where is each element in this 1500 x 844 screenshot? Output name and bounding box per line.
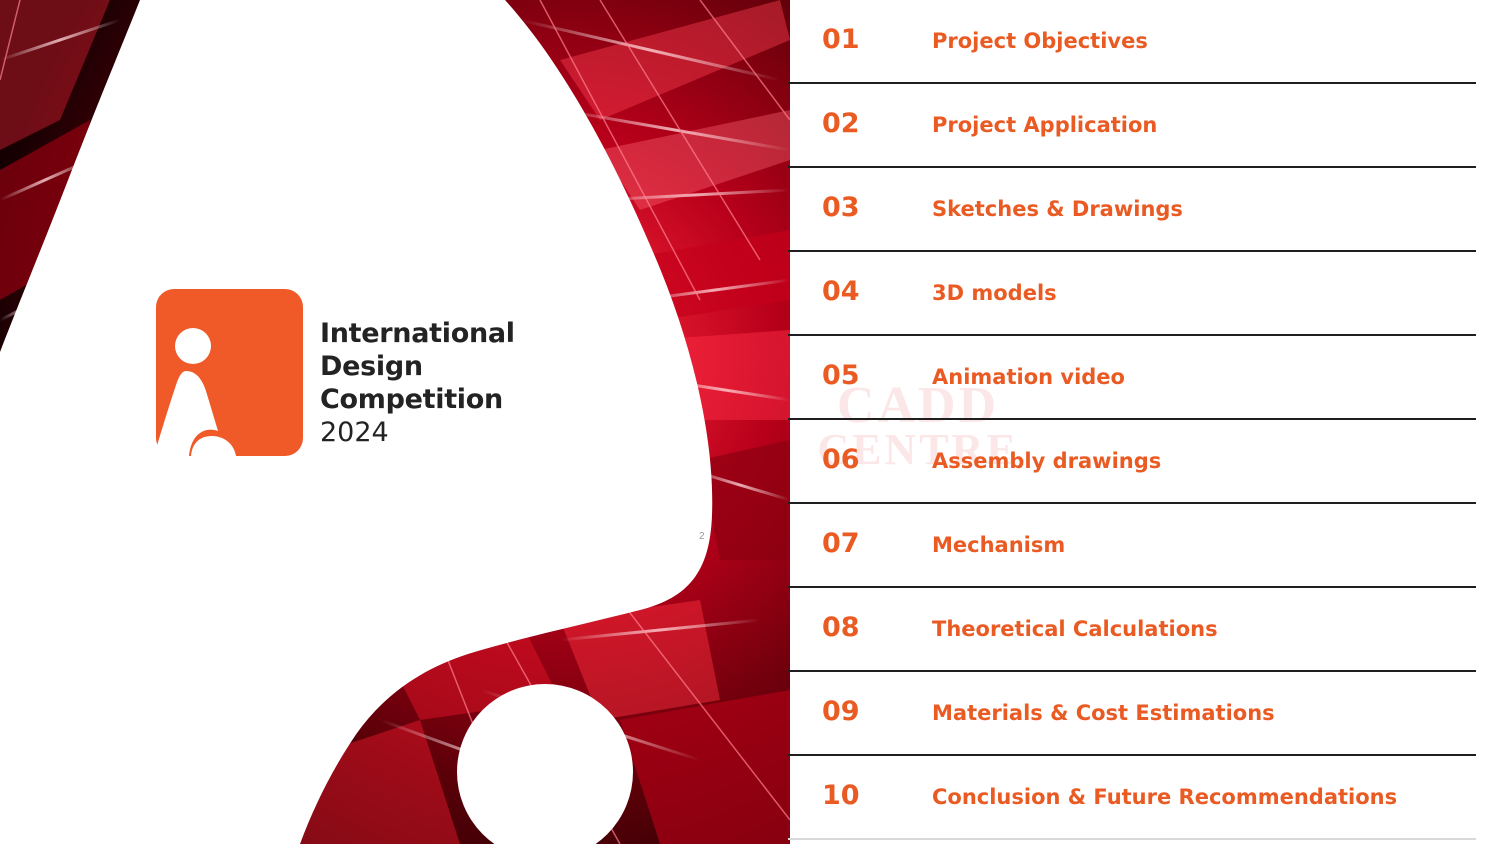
toc-item-title: Animation video	[932, 365, 1125, 389]
toc-item-title: Project Objectives	[932, 29, 1148, 53]
toc-item-title: Project Application	[932, 113, 1158, 137]
toc-item: 06 Assembly drawings	[788, 420, 1476, 504]
page-number: 2	[699, 531, 705, 542]
toc-item-number: 01	[822, 24, 860, 55]
toc-item: 09 Materials & Cost Estimations	[788, 672, 1476, 756]
toc-item: 01 Project Objectives	[788, 0, 1476, 84]
toc-item-title: Assembly drawings	[932, 449, 1162, 473]
toc-item-number: 10	[822, 780, 860, 811]
toc-item: 04 3D models	[788, 252, 1476, 336]
toc-item: 05 Animation video	[788, 336, 1476, 420]
toc-item-number: 08	[822, 612, 860, 643]
toc-item: 07 Mechanism	[788, 504, 1476, 588]
toc-item-title: Sketches & Drawings	[932, 197, 1183, 221]
competition-logo: International Design Competition 2024	[156, 289, 516, 459]
toc-item-number: 09	[822, 696, 860, 727]
toc-item-number: 06	[822, 444, 860, 475]
toc-item-number: 07	[822, 528, 860, 559]
toc-item: 08 Theoretical Calculations	[788, 588, 1476, 672]
logo-wordmark: International Design Competition 2024	[320, 317, 515, 449]
toc-item-title: Materials & Cost Estimations	[932, 701, 1275, 725]
logo-line-international: International	[320, 318, 515, 349]
toc-item-title: Mechanism	[932, 533, 1066, 557]
toc-item-number: 05	[822, 360, 860, 391]
logo-year: 2024	[320, 417, 389, 448]
person-silhouette-logo-icon	[156, 289, 303, 456]
toc-item-number: 04	[822, 276, 860, 307]
toc-item-number: 03	[822, 192, 860, 223]
logo-line-design: Design	[320, 351, 423, 382]
slide: International Design Competition 2024 2 …	[0, 0, 1500, 844]
toc-item-number: 02	[822, 108, 860, 139]
toc-item-title: 3D models	[932, 281, 1057, 305]
toc-item: 10 Conclusion & Future Recommendations	[788, 756, 1476, 840]
toc-item: 03 Sketches & Drawings	[788, 168, 1476, 252]
toc-item: 02 Project Application	[788, 84, 1476, 168]
logo-line-competition: Competition	[320, 384, 503, 415]
toc-item-title: Conclusion & Future Recommendations	[932, 785, 1398, 809]
toc-item-title: Theoretical Calculations	[932, 617, 1218, 641]
table-of-contents: 01 Project Objectives 02 Project Applicatio…	[788, 0, 1476, 844]
